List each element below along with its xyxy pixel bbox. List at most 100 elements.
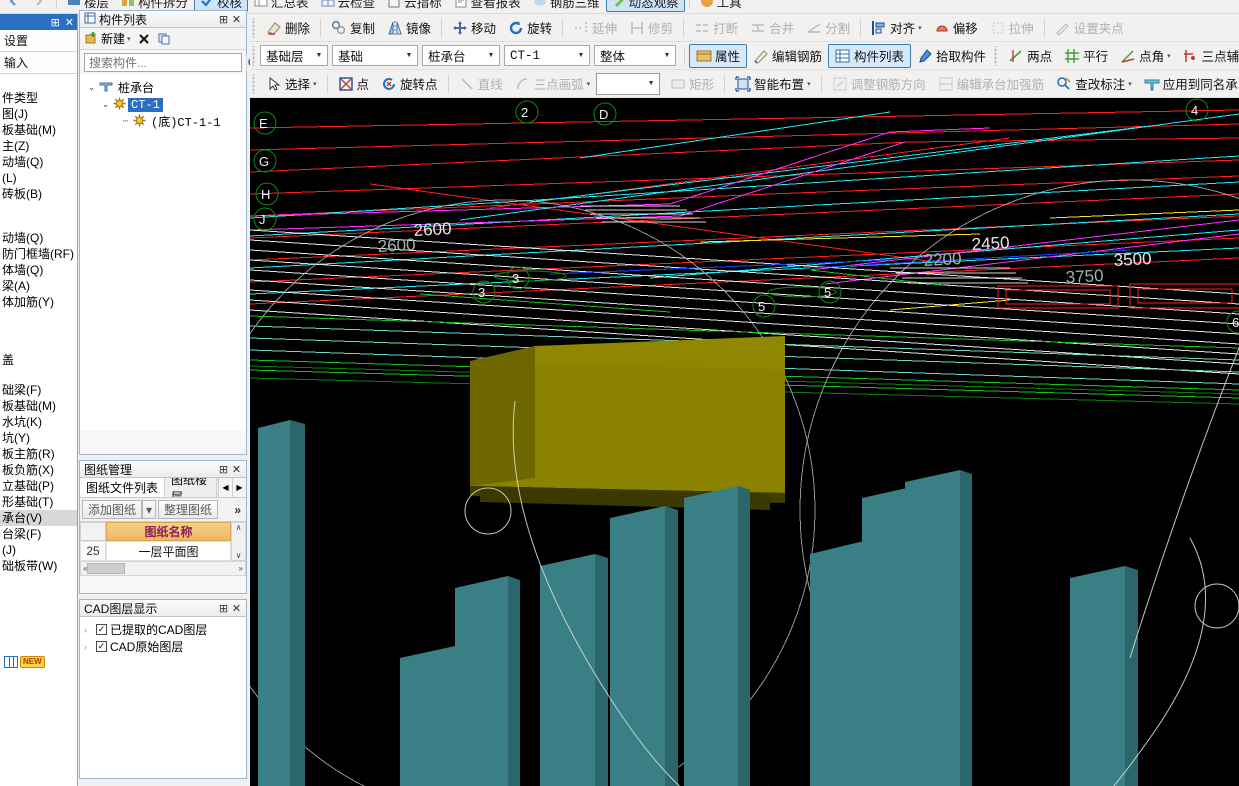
- left-item[interactable]: 主(Z): [0, 138, 77, 154]
- chevron-down-icon[interactable]: ▾: [313, 80, 317, 88]
- chevron-down-icon[interactable]: ▾: [127, 35, 131, 43]
- drawing-name-column-header[interactable]: 图纸名称: [106, 522, 231, 541]
- toolbar-grip[interactable]: [251, 45, 258, 66]
- left-item[interactable]: 体墙(Q): [0, 262, 77, 278]
- left-item[interactable]: 梁(A): [0, 278, 77, 294]
- drawing-toolbar-overflow-button[interactable]: »: [231, 500, 244, 519]
- left-panel-tree[interactable]: 件类型 图(J) 板基础(M) 主(Z) 动墙(Q) (L) 砖板(B) 动墙(…: [0, 88, 77, 574]
- scroll-right-button[interactable]: »: [239, 564, 243, 573]
- tab-scroll-left-button[interactable]: ◀: [218, 478, 232, 497]
- left-item[interactable]: 动墙(Q): [0, 230, 77, 246]
- left-item[interactable]: 图(J): [0, 106, 77, 122]
- left-item[interactable]: (J): [0, 542, 77, 558]
- component-type-combo[interactable]: 桩承台 ▼: [422, 45, 500, 66]
- tree-node-ct1[interactable]: ⌄ CT-1: [86, 96, 246, 113]
- three-point-arc-button[interactable]: 三点画弧 ▾: [509, 72, 597, 96]
- help-icon[interactable]: 工具: [694, 0, 748, 11]
- rotate-button[interactable]: 旋转: [502, 16, 558, 40]
- close-icon[interactable]: ✕: [230, 463, 243, 476]
- scroll-down-button[interactable]: ∨: [236, 551, 242, 560]
- left-item[interactable]: (L): [0, 170, 77, 186]
- trim-button[interactable]: 修剪: [623, 16, 679, 40]
- report-icon[interactable]: 查看报表: [448, 0, 527, 11]
- drawing-tabs[interactable]: 图纸文件列表 图纸楼层 ◀ ▶: [80, 478, 246, 498]
- drawing-grid-hscrollbar[interactable]: « »: [80, 561, 246, 576]
- pin-icon[interactable]: ⊞: [217, 463, 230, 476]
- drawing-grid-vscrollbar[interactable]: ∧ ∨: [231, 522, 246, 561]
- tree-node-ct1-1[interactable]: ┄ (底)CT-1-1: [86, 113, 246, 130]
- display-mode-combo[interactable]: 整体 ▼: [594, 45, 676, 66]
- left-item[interactable]: 动墙(Q): [0, 154, 77, 170]
- forward-arrow-icon[interactable]: [26, 0, 52, 8]
- adjust-rebar-direction-button[interactable]: 调整钢筋方向: [826, 72, 932, 96]
- cad-layer-original[interactable]: › ✓ CAD原始图层: [84, 638, 246, 655]
- point-button[interactable]: 点: [332, 72, 376, 96]
- rectangle-button[interactable]: 矩形: [664, 72, 720, 96]
- scroll-up-button[interactable]: ∧: [236, 523, 242, 532]
- cad-3d-viewport[interactable]: E G H J 2 D 4 3 3 5 5 6 2600 2600 2450 2…: [250, 98, 1239, 786]
- drawing-tools-toolbar[interactable]: 选择 ▾ 点 旋转点 直线 三点画弧 ▾ ▼ 矩形 智能布置 ▾ 调整钢筋方向 …: [250, 70, 1239, 98]
- left-panel-new-feature-row[interactable]: NEW: [4, 656, 45, 668]
- chevron-down-icon[interactable]: ▼: [643, 74, 659, 93]
- chevron-right-icon[interactable]: ›: [84, 642, 93, 652]
- tab-drawing-file-list[interactable]: 图纸文件列表: [80, 478, 166, 497]
- chevron-down-icon[interactable]: ▾: [918, 24, 922, 32]
- set-grip-point-button[interactable]: 设置夹点: [1049, 16, 1130, 40]
- grid-icon[interactable]: 云检查: [315, 0, 382, 11]
- component-tree-body[interactable]: ⌄ 桩承台 ⌄ CT-1 ┄ (底)CT-1-1: [80, 75, 246, 431]
- delete-button[interactable]: 删除: [260, 16, 316, 40]
- chevron-down-icon[interactable]: ⌄: [100, 99, 111, 110]
- delete-component-button[interactable]: [137, 32, 151, 46]
- chevron-down-icon[interactable]: ▾: [587, 80, 591, 88]
- edit-rebar-button[interactable]: 编辑钢筋: [747, 44, 828, 68]
- layer-icon[interactable]: 楼层: [61, 0, 115, 11]
- highlight-icon[interactable]: 动态观察: [605, 0, 685, 12]
- chevron-down-icon[interactable]: ▾: [807, 80, 811, 88]
- copy-component-button[interactable]: [157, 32, 171, 46]
- cad-scene[interactable]: E G H J 2 D 4 3 3 5 5 6 2600 2600 2450 2…: [250, 98, 1239, 786]
- organize-drawing-button[interactable]: 整理图纸: [158, 500, 219, 519]
- component-combo[interactable]: CT-1 ▼: [504, 45, 590, 66]
- left-item[interactable]: 板基础(M): [0, 398, 77, 414]
- chevron-down-icon[interactable]: ▾: [1167, 52, 1171, 60]
- cad-layer-body[interactable]: › ✓ 已提取的CAD图层 › ✓ CAD原始图层: [80, 617, 246, 777]
- pin-icon[interactable]: ⊞: [51, 16, 60, 29]
- search-component-box[interactable]: [84, 53, 261, 72]
- chevron-down-icon[interactable]: ▼: [483, 46, 499, 65]
- tab-drawing-floor[interactable]: 图纸楼层: [165, 478, 218, 497]
- calc-icon[interactable]: 云指标: [381, 0, 448, 11]
- move-button[interactable]: 移动: [446, 16, 502, 40]
- toolbar-grip-axis[interactable]: [993, 45, 1001, 66]
- checkbox-extracted-layers[interactable]: ✓: [96, 624, 107, 635]
- left-item[interactable]: 板主筋(R): [0, 446, 77, 462]
- cloud-icon[interactable]: 钢筋三维: [527, 0, 606, 11]
- parallel-axis-button[interactable]: 平行: [1058, 44, 1114, 68]
- align-button[interactable]: 对齐 ▾: [865, 16, 928, 40]
- chevron-down-icon[interactable]: ⌄: [86, 82, 97, 93]
- left-item[interactable]: 砖板(B): [0, 186, 77, 202]
- category-combo[interactable]: 基础 ▼: [332, 45, 418, 66]
- left-item[interactable]: 形基础(T): [0, 494, 77, 510]
- chevron-down-icon[interactable]: ▼: [573, 46, 589, 65]
- add-drawing-button[interactable]: 添加图纸: [82, 500, 143, 519]
- drawing-management-panel[interactable]: 图纸管理 ⊞ ✕ 图纸文件列表 图纸楼层 ◀ ▶ 添加图纸 ▾ 整理图纸 » 图…: [79, 460, 247, 594]
- component-selection-toolbar[interactable]: 基础层 ▼ 基础 ▼ 桩承台 ▼ CT-1 ▼ 整体 ▼ 属性 编辑钢筋 构件列…: [250, 42, 1239, 70]
- check-annotation-button[interactable]: 查改标注 ▾: [1050, 72, 1138, 96]
- component-list-toolbar[interactable]: 新建 ▾: [80, 28, 246, 50]
- pin-icon[interactable]: ⊞: [217, 13, 230, 26]
- extend-button[interactable]: 延伸: [567, 16, 623, 40]
- left-item[interactable]: 台梁(F): [0, 526, 77, 542]
- chevron-down-icon[interactable]: ▼: [401, 46, 417, 65]
- mirror-button[interactable]: 镜像: [381, 16, 437, 40]
- toolbar-grip[interactable]: [251, 17, 258, 38]
- floor-combo[interactable]: 基础层 ▼: [260, 45, 328, 66]
- smart-layout-button[interactable]: 智能布置 ▾: [729, 72, 817, 96]
- rotate-point-button[interactable]: 旋转点: [375, 72, 444, 96]
- table-icon[interactable]: [4, 656, 18, 668]
- table-icon[interactable]: 汇总表: [248, 0, 315, 11]
- cad-layer-extracted[interactable]: › ✓ 已提取的CAD图层: [84, 621, 246, 638]
- cad-layer-panel[interactable]: CAD图层显示 ⊞ ✕ › ✓ 已提取的CAD图层 › ✓ CAD原始图层: [79, 599, 247, 779]
- left-item[interactable]: 础板带(W): [0, 558, 77, 574]
- close-icon[interactable]: ✕: [230, 602, 243, 615]
- offset-button[interactable]: 偏移: [928, 16, 984, 40]
